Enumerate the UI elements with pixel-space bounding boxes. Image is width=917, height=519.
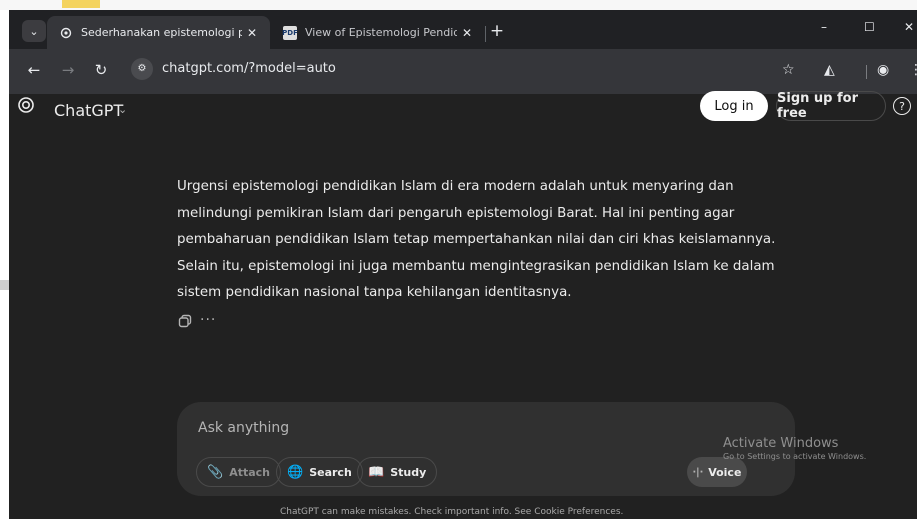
message-line: melindungi pemikiran Islam dari pengaruh… [177, 205, 735, 221]
chevron-down-icon[interactable]: ⌄ [118, 103, 127, 116]
voice-button[interactable]: ‧|‧ Voice [687, 457, 747, 487]
globe-icon: 🌐 [287, 464, 304, 480]
study-label: Study [390, 465, 427, 479]
attach-button[interactable]: 📎 Attach [196, 457, 281, 487]
study-button[interactable]: 📖 Study [357, 457, 438, 487]
menu-icon[interactable]: ⋮ [909, 62, 917, 78]
toolbar-divider [866, 65, 867, 79]
paperclip-icon: 📎 [207, 464, 224, 480]
disclaimer-text: ChatGPT can make mistakes. Check importa… [280, 507, 624, 517]
reload-icon[interactable]: ↻ [91, 61, 111, 79]
tab-title: View of Epistemologi Pendidika [305, 26, 457, 39]
voice-label: Voice [708, 465, 742, 479]
browser-toolbar: ← → ↻ ⚙ chatgpt.com/?model=auto ☆ ◭ ◉ ⋮ [9, 49, 917, 94]
url-text: chatgpt.com/?model=auto [162, 61, 336, 76]
chatgpt-logo-icon [17, 96, 35, 119]
bookmark-star-icon[interactable]: ☆ [782, 62, 795, 78]
activation-watermark-title: Activate Windows [723, 436, 839, 451]
address-bar[interactable]: ⚙ chatgpt.com/?model=auto [126, 55, 826, 82]
attach-label: Attach [229, 465, 270, 479]
copy-icon[interactable] [178, 313, 192, 328]
tab-pdf[interactable]: PDF View of Epistemologi Pendidika ✕ [271, 16, 485, 49]
help-icon[interactable]: ? [893, 97, 911, 115]
tab-strip: ⌄ Sederhanakan epistemologi pe ✕ PDF Vie… [9, 10, 917, 49]
desktop-folder-fragment [62, 0, 100, 8]
tab-search-icon[interactable]: ⌄ [22, 20, 46, 42]
new-tab-button[interactable]: + [487, 21, 507, 41]
prompt-input[interactable] [196, 414, 680, 442]
pdf-icon: PDF [282, 25, 298, 40]
site-info-icon[interactable]: ⚙ [131, 57, 153, 80]
message-line: Selain itu, epistemologi ini juga memban… [177, 258, 775, 274]
tab-close-icon[interactable]: ✕ [242, 26, 262, 40]
message-composer: 📎 Attach 🌐 Search 📖 Study ‧|‧ Voice [177, 402, 795, 496]
message-line: pembaharuan pendidikan Islam tetap mempe… [177, 232, 776, 247]
desktop-edge [0, 280, 9, 290]
signup-button[interactable]: Sign up for free [776, 91, 886, 121]
back-icon[interactable]: ← [24, 61, 44, 79]
maximize-icon[interactable]: ☐ [864, 20, 875, 34]
activation-watermark-subtitle: Go to Settings to activate Windows. [723, 452, 867, 461]
tab-close-icon[interactable]: ✕ [457, 26, 477, 40]
desktop-strip [0, 0, 917, 10]
waveform-icon: ‧|‧ [692, 466, 704, 478]
more-options-icon[interactable]: ··· [200, 312, 216, 328]
search-button[interactable]: 🌐 Search [276, 457, 363, 487]
login-button[interactable]: Log in [700, 91, 768, 121]
tab-chatgpt[interactable]: Sederhanakan epistemologi pe ✕ [47, 16, 270, 49]
tab-divider [485, 26, 486, 42]
forward-icon[interactable]: → [58, 61, 78, 79]
book-icon: 📖 [368, 464, 385, 480]
message-line: Urgensi epistemologi pendidikan Islam di… [177, 179, 734, 194]
message-line: sistem pendidikan nasional tanpa kehilan… [177, 285, 572, 300]
close-icon[interactable]: ✕ [904, 20, 914, 34]
chatgpt-logo-icon [59, 26, 73, 40]
assistant-message: Urgensi epistemologi pendidikan Islam di… [177, 174, 777, 307]
model-selector[interactable]: ChatGPT [54, 101, 123, 120]
search-label: Search [309, 465, 352, 479]
extensions-icon[interactable]: ◭ [824, 62, 835, 78]
profile-icon[interactable]: ◉ [877, 62, 889, 78]
tab-title: Sederhanakan epistemologi pe [81, 26, 242, 39]
minimize-icon[interactable]: – [821, 20, 827, 34]
